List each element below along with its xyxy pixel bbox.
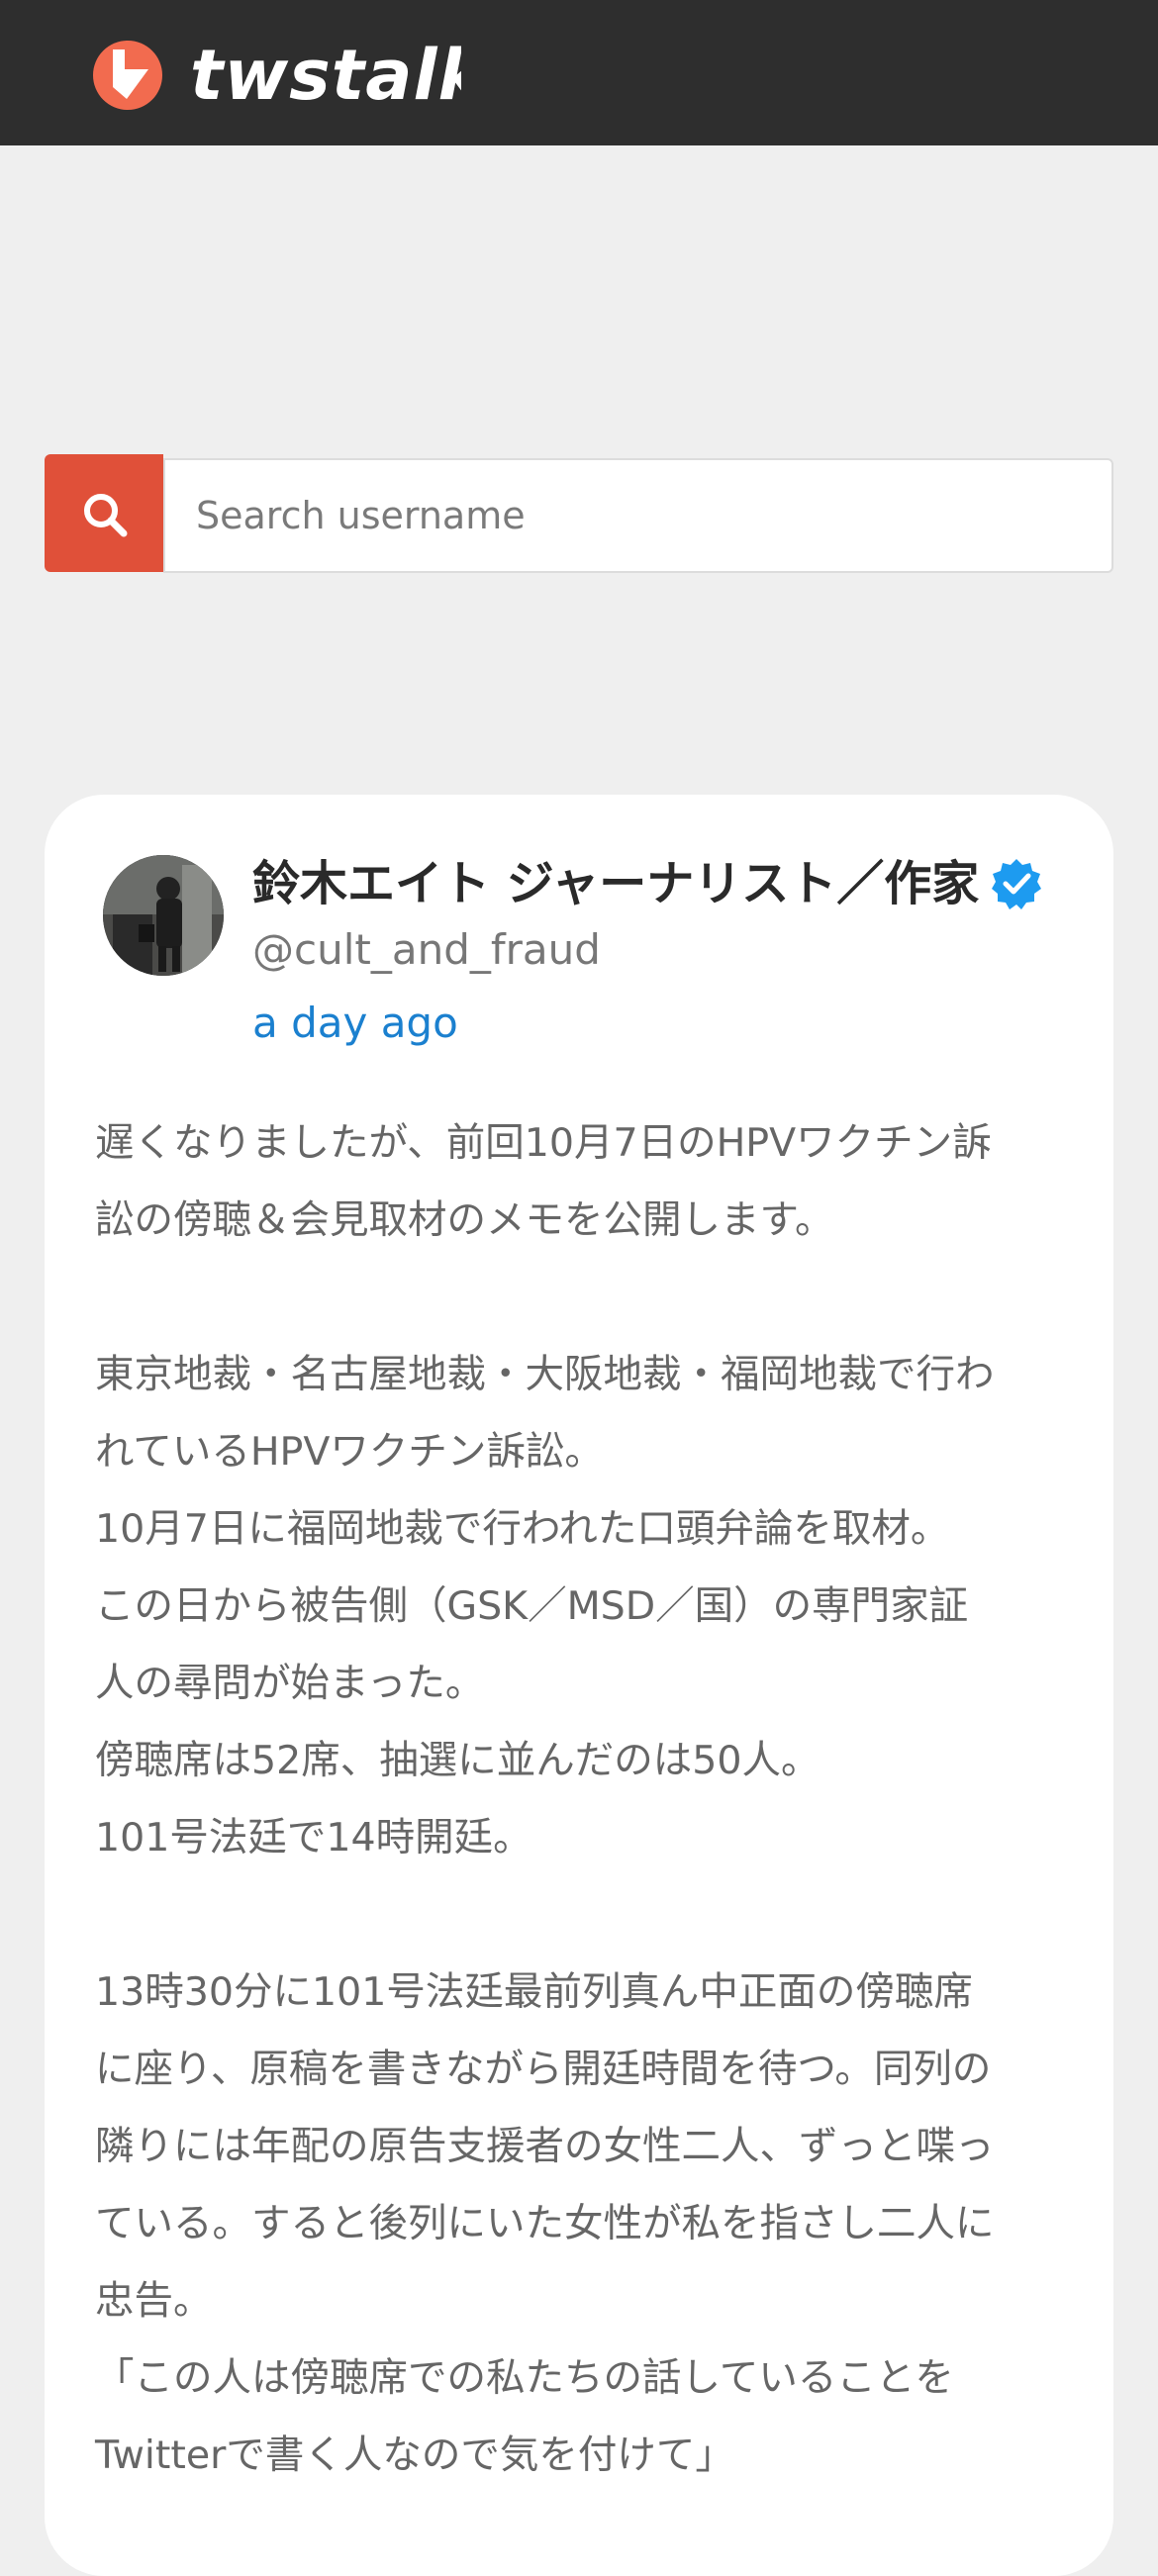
tweet-line: 傍聴席は52席、抽選に並んだのは50人。 <box>95 1738 820 1783</box>
tweet-line <box>95 1259 1075 1336</box>
search-icon <box>84 494 128 537</box>
tweet-line: 101号法廷で14時開廷。 <box>95 1815 532 1860</box>
display-name[interactable]: 鈴木エイト ジャーナリスト／作家 <box>252 849 979 918</box>
tweet-line: 「この人は傍聴席での私たちの話していることを <box>95 2355 954 2401</box>
tweet-line: れているHPVワクチン訴訟。 <box>95 1429 604 1475</box>
verified-badge-icon <box>992 859 1041 909</box>
logo-icon[interactable] <box>91 40 164 111</box>
tweet-timestamp-link[interactable]: a day ago <box>252 994 458 1053</box>
avatar[interactable] <box>103 855 224 976</box>
tweet-line: に座り、原稿を書きながら開廷時間を待つ。同列の <box>95 2047 992 2092</box>
tweet-line: 人の尋問が始まった。 <box>95 1661 485 1706</box>
tweet-line: 遅くなりましたが、前回10月7日のHPVワクチン訴 <box>95 1120 992 1166</box>
search-button[interactable] <box>45 454 163 572</box>
logo-text[interactable]: twstalker <box>190 26 461 125</box>
tweet-line <box>95 1876 1075 1954</box>
tweet-line: この日から被告側（GSK／MSD／国）の専門家証 <box>95 1583 969 1629</box>
tweet-line: 忠告。 <box>95 2278 213 2324</box>
tweet-line: Twitterで書く人なので気を付けて」 <box>95 2433 734 2478</box>
tweet-line: 東京地裁・名古屋地裁・大阪地裁・福岡地裁で行わ <box>95 1352 995 1397</box>
tweet-line: 訟の傍聴＆会見取材のメモを公開します。 <box>95 1197 834 1243</box>
app-header: twstalker <box>0 0 1158 145</box>
tweet-line: 13時30分に101号法廷最前列真ん中正面の傍聴席 <box>95 1969 973 2015</box>
tweet-line: 10月7日に福岡地裁で行われた口頭弁論を取材。 <box>95 1506 950 1552</box>
tweet-line: ている。すると後列にいた女性が私を指さし二人に <box>95 2201 995 2246</box>
tweet-line: 隣りには年配の原告支援者の女性二人、ずっと喋っ <box>95 2124 995 2169</box>
user-handle[interactable]: @cult_and_fraud <box>252 920 601 980</box>
search-input[interactable] <box>163 458 1113 573</box>
tweet-text: 遅くなりましたが、前回10月7日のHPVワクチン訴 訟の傍聴＆会見取材のメモを公… <box>95 1104 1075 2494</box>
